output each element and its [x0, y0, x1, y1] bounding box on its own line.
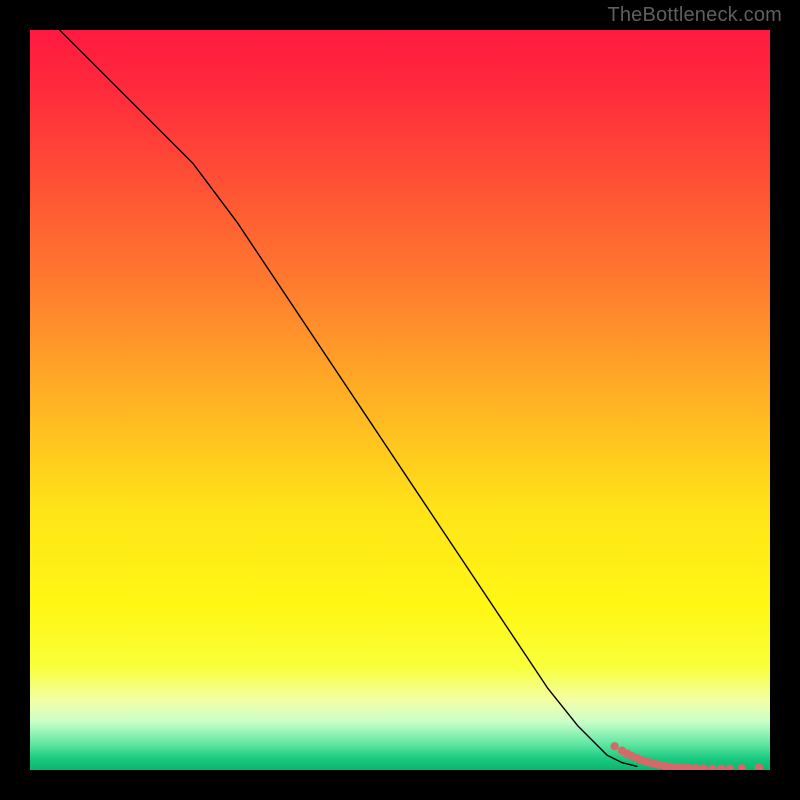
gradient-background: [30, 30, 770, 770]
plot-area: [30, 30, 770, 770]
chart-stage: TheBottleneck.com: [0, 0, 800, 800]
scatter-point: [610, 742, 618, 750]
chart-svg: [30, 30, 770, 770]
watermark-text: TheBottleneck.com: [607, 4, 782, 27]
